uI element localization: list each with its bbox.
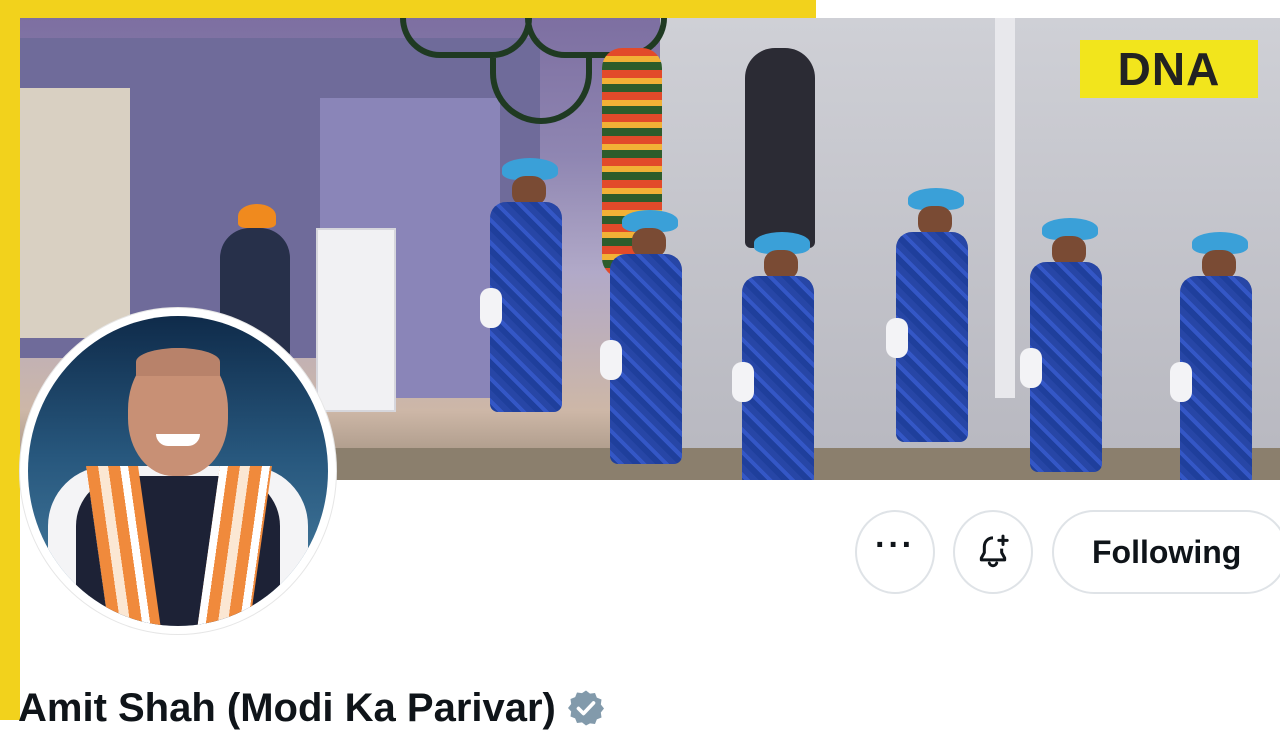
frame-top-border	[0, 0, 816, 18]
more-icon: ···	[875, 526, 915, 564]
notifications-button[interactable]	[953, 510, 1033, 594]
profile-avatar[interactable]	[28, 316, 328, 626]
banner-drape	[400, 18, 532, 58]
verified-badge-icon[interactable]	[566, 688, 606, 728]
banner-portrait	[20, 88, 130, 338]
banner-marching-soldier	[600, 210, 692, 470]
banner-marching-soldier	[480, 158, 572, 418]
banner-marching-soldier	[1170, 232, 1262, 480]
banner-marching-soldier	[886, 188, 978, 448]
bell-plus-icon	[979, 534, 1009, 568]
banner-statue	[745, 48, 815, 248]
more-options-button[interactable]: ···	[855, 510, 935, 594]
dna-logo: DNA	[1080, 40, 1258, 98]
banner-marching-soldier	[732, 232, 824, 480]
banner-marching-soldier	[1020, 218, 1112, 478]
profile-display-name: Amit Shah (Modi Ka Parivar)	[18, 686, 556, 730]
frame-left-border	[0, 0, 20, 720]
banner-turban	[238, 204, 276, 228]
profile-name-row: Amit Shah (Modi Ka Parivar)	[18, 684, 606, 732]
following-button[interactable]: Following	[1052, 510, 1280, 594]
banner-pillar	[995, 18, 1015, 398]
banner-air-conditioner	[316, 228, 396, 412]
